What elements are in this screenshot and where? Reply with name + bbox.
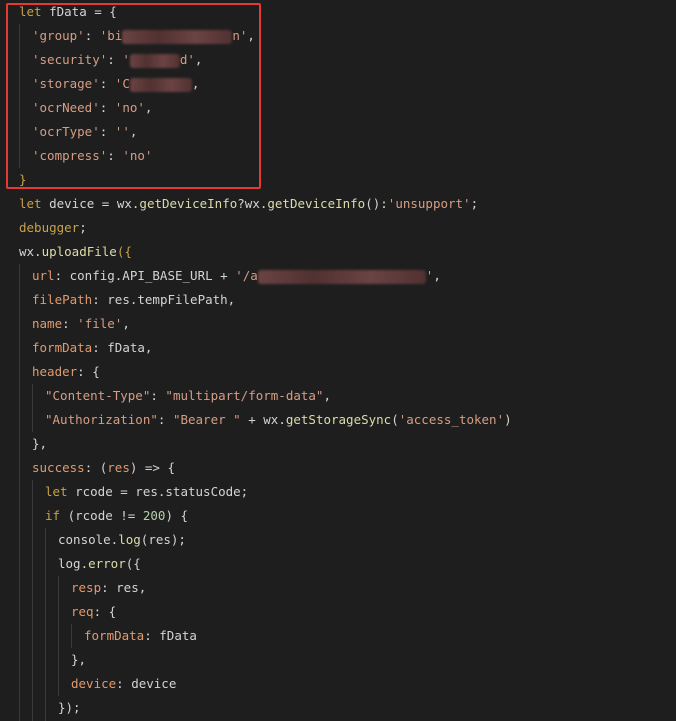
redacted-value <box>129 77 192 92</box>
redacted-value <box>129 53 180 68</box>
indent-guide <box>32 384 33 432</box>
code-line: 'ocrType': '', <box>32 124 138 139</box>
code-line: 'storage': 'C, <box>32 76 200 92</box>
code-line: wx.uploadFile({ <box>19 244 132 259</box>
code-line: formData: fData <box>84 628 197 643</box>
code-line: device: device <box>71 676 177 691</box>
code-line: }, <box>32 436 48 451</box>
code-line: 'security': ' d', <box>32 52 203 68</box>
code-line: name: 'file', <box>32 316 130 331</box>
code-line: req: { <box>71 604 117 619</box>
code-line: }, <box>71 652 87 667</box>
code-line: resp: res, <box>71 580 147 595</box>
code-line: 'compress': 'no' <box>32 148 153 163</box>
redacted-value <box>257 269 426 284</box>
indent-guide <box>71 624 72 648</box>
code-line: console.log(res); <box>58 532 186 547</box>
code-line: debugger; <box>19 220 87 235</box>
indent-guide <box>19 264 20 721</box>
code-line: } <box>19 172 27 187</box>
code-line: success: (res) => { <box>32 460 175 475</box>
code-line: header: { <box>32 364 100 379</box>
indent-guide <box>58 576 59 696</box>
code-line: 'group': 'bi n', <box>32 28 255 44</box>
code-line: url: config.API_BASE_URL + '/a ', <box>32 268 441 284</box>
code-line: let rcode = res.statusCode; <box>45 484 249 499</box>
redacted-value <box>122 29 233 44</box>
code-line: }); <box>58 700 81 715</box>
code-line: let fData = { <box>19 4 117 19</box>
code-line: formData: fData, <box>32 340 153 355</box>
code-line: 'ocrNeed': 'no', <box>32 100 153 115</box>
code-line: "Content-Type": "multipart/form-data", <box>45 388 331 403</box>
code-line: "Authorization": "Bearer " + wx.getStora… <box>45 412 512 427</box>
code-line: if (rcode != 200) { <box>45 508 189 523</box>
code-line: let device = wx.getDeviceInfo?wx.getDevi… <box>19 196 479 211</box>
indent-guide <box>32 480 33 721</box>
indent-guide <box>45 528 46 721</box>
code-line: log.error({ <box>58 556 141 571</box>
code-line: filePath: res.tempFilePath, <box>32 292 236 307</box>
